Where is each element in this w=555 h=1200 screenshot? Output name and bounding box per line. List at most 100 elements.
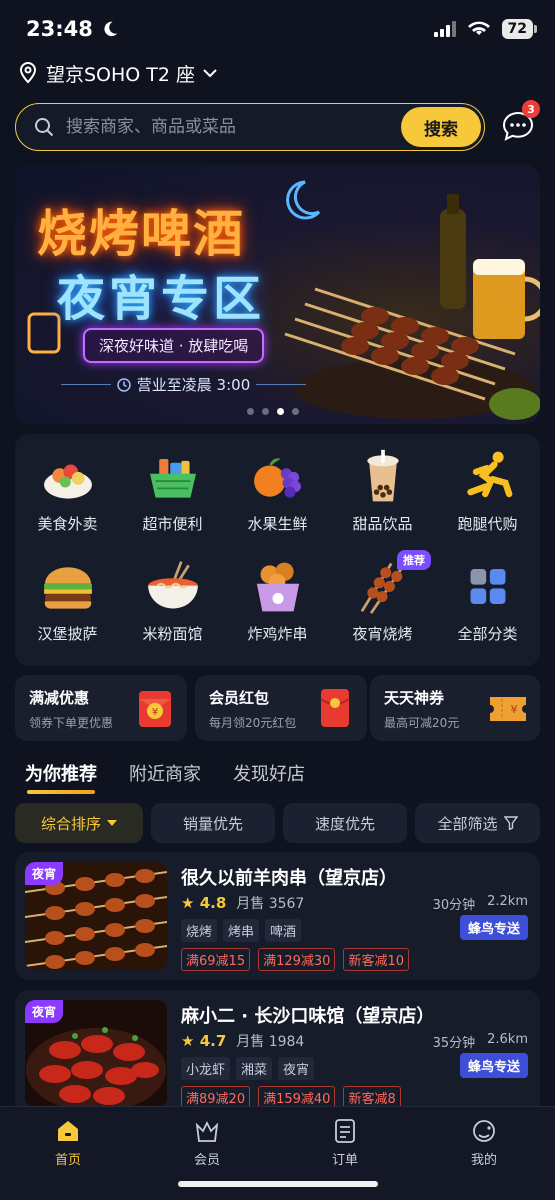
sort-row: 综合排序 销量优先 速度优先 全部筛选	[15, 803, 540, 843]
filter-all[interactable]: 全部筛选	[415, 803, 540, 843]
category-fruit[interactable]: 水果生鲜	[225, 434, 330, 534]
coupon-ticket-icon: ¥	[490, 697, 526, 721]
home-icon	[58, 1121, 78, 1141]
coupon-tag: 满129减30	[258, 948, 336, 971]
shop-image[interactable]: 夜宵	[25, 1000, 167, 1108]
sort-comprehensive[interactable]: 综合排序	[15, 803, 143, 843]
star-icon: ★	[181, 1032, 195, 1050]
category-all[interactable]: 全部分类	[435, 544, 540, 644]
supermarket-icon	[149, 459, 196, 498]
shop-chips: 烧烤 烤串 啤酒	[181, 919, 302, 942]
promo-banner[interactable]: 烧烤啤酒 夜宵专区 深夜好味道 · 放肆吃喝 营业至凌晨 3:00	[15, 164, 540, 424]
banner-title-line1: 烧烤啤酒	[37, 205, 245, 263]
search-button[interactable]: 搜索	[401, 107, 481, 147]
nav-label: 订单	[331, 1153, 358, 1168]
caret-down-icon	[107, 820, 117, 826]
shop-rating: ★ 4.8	[181, 894, 226, 912]
message-button[interactable]: 3	[500, 100, 540, 144]
category-noodles[interactable]: 米粉面馆	[120, 544, 225, 644]
shop-card[interactable]: 夜宵 很久以前羊肉串（望京店） ★ 4.8 月售 3567 30分钟 2.2km…	[15, 852, 540, 980]
cuisine-chip: 夜宵	[278, 1057, 315, 1080]
search-row: 搜索 3	[15, 100, 540, 152]
monthly-sales: 月售 3567	[236, 896, 305, 912]
sort-sales[interactable]: 销量优先	[151, 803, 275, 843]
coupon-tag: 新客减10	[343, 948, 409, 971]
search-box[interactable]: 搜索	[15, 103, 485, 151]
nav-member[interactable]: 会员	[167, 1117, 247, 1168]
recommended-badge: 推荐	[397, 550, 431, 570]
promo-daily-coupon[interactable]: 天天神券 最高可减20元 ¥	[370, 675, 540, 741]
nav-home[interactable]: 首页	[28, 1117, 108, 1168]
banner-pagination	[247, 408, 299, 415]
category-supermarket[interactable]: 超市便利	[120, 434, 225, 534]
banner-tagline: 深夜好味道 · 放肆吃喝	[83, 328, 265, 363]
category-label: 汉堡披萨	[37, 625, 98, 643]
tab-discover[interactable]: 发现好店	[233, 760, 305, 786]
cuisine-chip: 烧烤	[181, 919, 218, 942]
shop-chips: 小龙虾 湘菜 夜宵	[181, 1057, 315, 1080]
moon-icon	[104, 21, 118, 37]
signal-icon	[433, 21, 456, 37]
search-input[interactable]	[66, 117, 366, 137]
shop-tag: 夜宵	[25, 1000, 64, 1023]
banner-hours-text: 营业至凌晨 3:00	[136, 376, 251, 394]
banner-dot[interactable]	[292, 408, 299, 415]
promo-discount[interactable]: 满减优惠 领券下单更优惠 ¥	[15, 675, 187, 741]
category-drinks[interactable]: 甜品饮品	[330, 434, 435, 534]
home-indicator	[178, 1181, 378, 1187]
rating-value: 4.7	[199, 1032, 227, 1050]
order-list-icon	[335, 1119, 355, 1143]
shop-tag: 夜宵	[25, 862, 64, 885]
nav-profile[interactable]: 我的	[444, 1117, 524, 1168]
burger-icon	[43, 567, 92, 609]
delivery-time: 30分钟	[432, 898, 476, 913]
profile-icon	[473, 1120, 495, 1142]
banner-dot[interactable]	[247, 408, 254, 415]
cuisine-chip: 小龙虾	[181, 1057, 231, 1080]
red-envelope-yen-icon: ¥	[139, 691, 171, 727]
banner-title-line2: 夜宵专区	[57, 271, 266, 327]
category-label: 水果生鲜	[247, 515, 308, 533]
shop-coupons: 满69减15 满129减30 新客减10	[181, 948, 409, 971]
category-label: 米粉面馆	[142, 625, 203, 643]
sort-speed[interactable]: 速度优先	[283, 803, 407, 843]
promo-member-envelope[interactable]: 会员红包 每月领20元红包	[195, 675, 367, 741]
shop-name: 麻小二 · 长沙口味馆（望京店）	[181, 1006, 435, 1027]
category-fried-chicken[interactable]: 炸鸡炸串	[225, 544, 330, 644]
shop-card[interactable]: 夜宵 麻小二 · 长沙口味馆（望京店） ★ 4.7 月售 1984 35分钟 2…	[15, 990, 540, 1118]
category-label: 全部分类	[457, 625, 518, 643]
monthly-sales: 月售 1984	[236, 1034, 305, 1050]
category-food-delivery[interactable]: 美食外卖	[15, 434, 120, 534]
category-label: 甜品饮品	[352, 515, 413, 533]
category-errands[interactable]: 跑腿代购	[435, 434, 540, 534]
nav-label: 首页	[54, 1153, 81, 1168]
category-label: 跑腿代购	[457, 515, 518, 533]
bubble-tea-icon	[366, 449, 399, 502]
shop-name: 很久以前羊肉串（望京店）	[181, 868, 397, 889]
category-grid: 美食外卖 超市便利 水果生鲜 甜品饮品 跑腿代购 汉堡披萨 米粉面馆 炸鸡炸串 …	[15, 434, 540, 666]
category-bbq[interactable]: 夜宵烧烤 推荐	[330, 544, 435, 644]
fried-chicken-icon	[256, 562, 299, 612]
delivery-badge: 蜂鸟专送	[459, 1053, 528, 1078]
tab-recommended[interactable]: 为你推荐	[25, 760, 97, 794]
category-label: 炸鸡炸串	[247, 625, 308, 643]
category-burger[interactable]: 汉堡披萨	[15, 544, 120, 644]
red-envelope-icon	[320, 689, 350, 727]
distance: 2.2km	[487, 894, 528, 909]
nav-orders[interactable]: 订单	[305, 1117, 385, 1168]
shop-rating: ★ 4.7	[181, 1032, 226, 1050]
feed-tabs: 为你推荐 附近商家 发现好店	[25, 760, 305, 794]
battery-indicator: 72	[501, 19, 538, 39]
banner-dot[interactable]	[262, 408, 269, 415]
category-label: 超市便利	[142, 515, 203, 533]
banner-hours: 营业至凌晨 3:00	[61, 374, 307, 395]
svg-text:¥: ¥	[152, 707, 158, 718]
filter-funnel-icon	[503, 816, 518, 830]
location-pin-icon	[19, 62, 37, 84]
banner-dot-active[interactable]	[277, 408, 284, 415]
shop-meta: ★ 4.8 月售 3567	[181, 893, 304, 913]
location-selector[interactable]: 望京SOHO T2 座	[18, 58, 217, 88]
food-delivery-icon	[43, 464, 92, 499]
shop-image[interactable]: 夜宵	[25, 862, 167, 970]
tab-nearby[interactable]: 附近商家	[129, 760, 201, 786]
